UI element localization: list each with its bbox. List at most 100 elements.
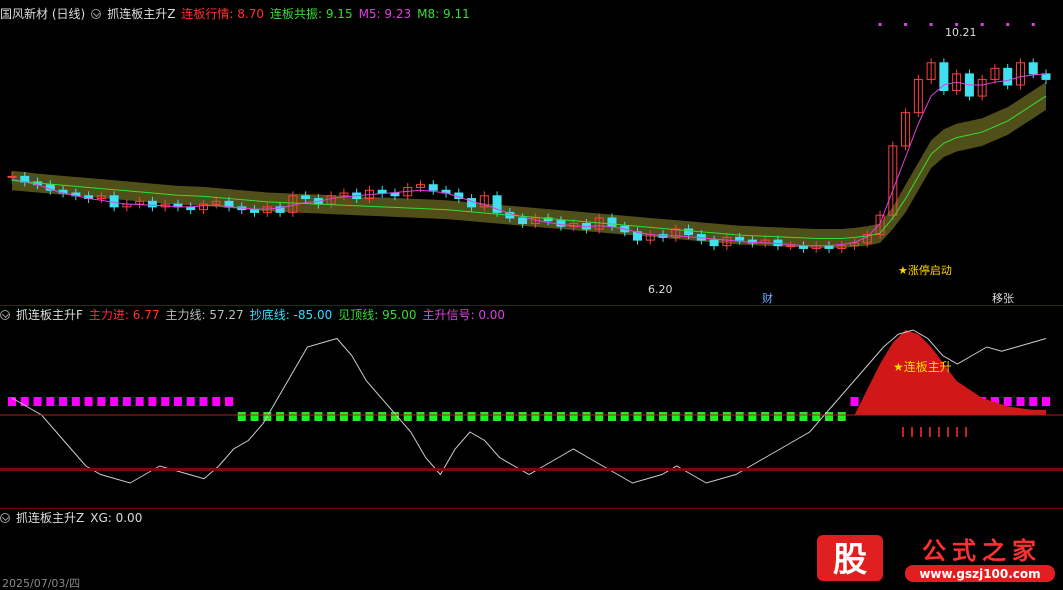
signal-block: [467, 412, 476, 421]
bottom-threshold-line: [0, 468, 1063, 471]
candle-body: [1041, 73, 1051, 80]
candle-body: [518, 217, 528, 224]
signal-block: [544, 412, 553, 421]
signal-block: [748, 412, 757, 421]
indicator3-name[interactable]: 抓连板主升Z: [16, 510, 84, 526]
candle-body: [377, 189, 387, 194]
candle-body: [556, 220, 566, 227]
panel-divider-2: [0, 508, 1063, 509]
panel2-header: 抓连板主升F 主力进: 6.77 主力线: 57.27 抄底线: -85.00 …: [0, 307, 505, 323]
lianban-signal-label: ★连板主升: [893, 359, 952, 374]
candle-body: [607, 217, 617, 227]
p2-item-0: 主力进: 6.77: [88, 308, 160, 322]
signal-block: [416, 412, 425, 421]
signal-block: [684, 412, 693, 421]
panel3-header: 抓连板主升Z XG: 0.00: [0, 510, 142, 526]
signal-block: [378, 412, 387, 421]
indicator1-name[interactable]: 抓连板主升Z: [107, 6, 175, 22]
signal-block: [225, 397, 234, 406]
signal-block: [1042, 397, 1050, 406]
panel-divider-1: [0, 305, 1063, 306]
signal-block: [773, 412, 782, 421]
p1-item-1: 连板共振: 9.15: [270, 7, 353, 21]
candle-body: [684, 228, 694, 236]
stock-title: 国风新材 (日线): [0, 7, 86, 21]
signal-block: [595, 412, 604, 421]
signal-block: [33, 397, 42, 406]
signal-block: [71, 397, 80, 406]
signal-block: [837, 412, 846, 421]
signal-block: [493, 412, 502, 421]
candle-body: [390, 192, 400, 197]
signal-block: [173, 397, 182, 406]
candle-body: [1003, 67, 1013, 86]
start-label: ★涨停启动: [898, 263, 952, 277]
p1-item-0: 连板行情: 8.70: [181, 7, 264, 21]
candle-body: [428, 184, 438, 191]
candle-body: [250, 209, 260, 213]
signal-mark: [1031, 23, 1035, 26]
signal-block: [722, 412, 731, 421]
candle-body: [1028, 62, 1038, 75]
settings-icon[interactable]: [0, 310, 10, 320]
signal-block: [301, 412, 310, 421]
signal-block: [429, 412, 438, 421]
signal-block: [761, 412, 770, 421]
signal-mark: [904, 23, 908, 26]
indicator2-name[interactable]: 抓连板主升F: [16, 307, 83, 323]
signal-block: [556, 412, 565, 421]
trend-band: [12, 82, 1046, 248]
xg-value: XG: 0.00: [90, 511, 143, 525]
p2-item-2: 抄底线: -85.00: [249, 308, 333, 322]
signal-block: [122, 397, 131, 406]
date-label: 2025/07/03/四: [2, 578, 81, 590]
signal-block: [46, 397, 55, 406]
p2-item-4: 主升信号: 0.00: [422, 308, 506, 322]
p2-item-1: 主力线: 57.27: [165, 308, 244, 322]
logo-char: 股: [833, 540, 867, 580]
signal-mark: [980, 23, 984, 26]
panel1-header: 国风新材 (日线) 抓连板主升Z 连板行情: 8.70 连板共振: 9.15 M…: [0, 6, 470, 22]
signal-block: [480, 412, 489, 421]
signal-block: [786, 412, 795, 421]
candle-body: [709, 239, 719, 247]
signal-block: [135, 397, 144, 406]
signal-block: [161, 397, 170, 406]
signal-block: [365, 412, 374, 421]
signal-block: [620, 412, 629, 421]
signal-block: [659, 412, 668, 421]
signal-block: [442, 412, 451, 421]
candle-body: [467, 198, 477, 208]
p1-item-3: M8: 9.11: [417, 7, 470, 21]
signal-block: [850, 397, 859, 406]
signal-block: [288, 412, 297, 421]
badge-jc: 移张: [992, 292, 1014, 305]
low-price-label: 6.20: [648, 283, 673, 296]
signal-block: [276, 412, 285, 421]
signal-block: [582, 412, 591, 421]
candle-body: [109, 195, 119, 208]
signal-mark: [929, 23, 933, 26]
signal-block: [671, 412, 680, 421]
signal-block: [110, 397, 119, 406]
signal-block: [1029, 397, 1038, 406]
candle-body: [7, 175, 17, 178]
signal-block: [212, 397, 221, 406]
signal-block: [97, 397, 106, 406]
signal-block: [454, 412, 463, 421]
signal-block: [569, 412, 578, 421]
signal-block: [59, 397, 68, 406]
signal-block: [812, 412, 821, 421]
signal-block: [186, 397, 195, 406]
candle-body: [301, 195, 311, 200]
signal-block: [314, 412, 323, 421]
chart-canvas: 10.21 6.20 ★涨停启动财 移张 ★连板主升: [0, 23, 1063, 484]
signal-block: [1016, 397, 1025, 406]
settings-icon[interactable]: [91, 9, 102, 19]
settings-icon[interactable]: [0, 513, 10, 523]
signal-block: [327, 412, 336, 421]
signal-block: [646, 412, 655, 421]
signal-block: [250, 412, 259, 421]
high-price-label: 10.21: [945, 26, 977, 39]
signal-block: [1003, 397, 1012, 406]
